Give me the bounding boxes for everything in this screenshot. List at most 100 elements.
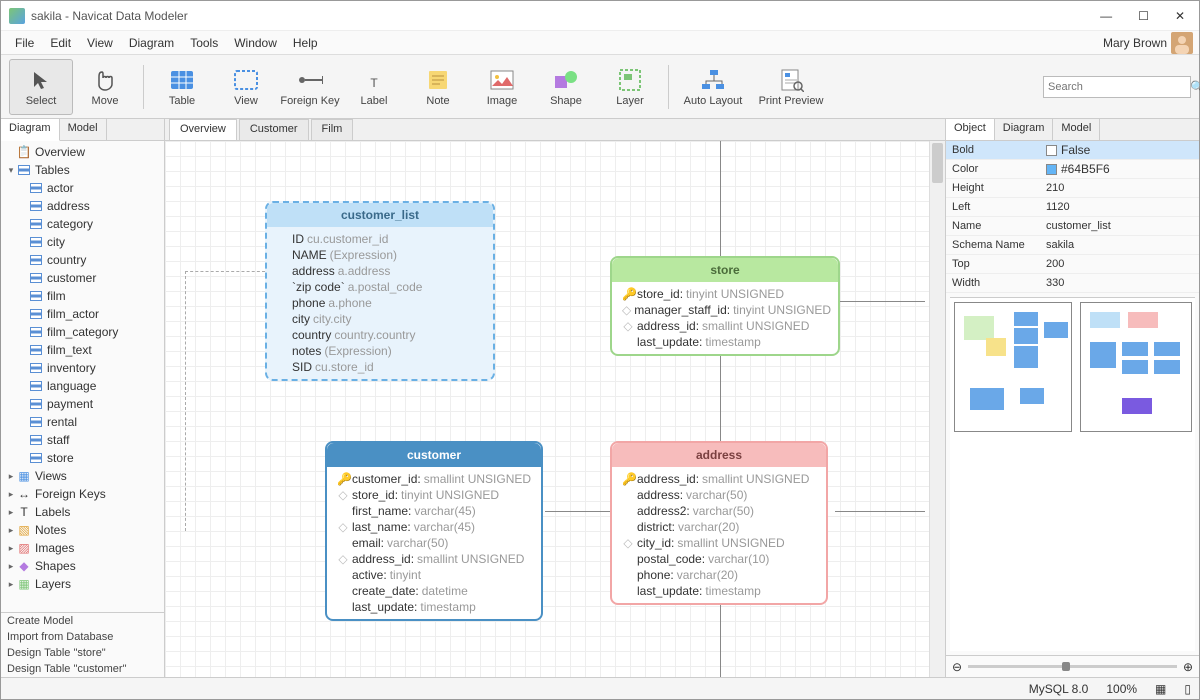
tree-item-category[interactable]: category bbox=[1, 215, 164, 233]
field-row[interactable]: postal_code: varchar(10) bbox=[622, 551, 816, 567]
tree-labels[interactable]: ▸TLabels bbox=[1, 503, 164, 521]
menu-file[interactable]: File bbox=[7, 34, 42, 52]
tool-image[interactable]: Image bbox=[470, 59, 534, 115]
left-tab-model[interactable]: Model bbox=[60, 119, 107, 140]
scrollbar-vertical[interactable] bbox=[929, 141, 945, 677]
field-row[interactable]: email: varchar(50) bbox=[337, 535, 531, 551]
tool-layer[interactable]: Layer bbox=[598, 59, 662, 115]
tree-shapes[interactable]: ▸◆Shapes bbox=[1, 557, 164, 575]
field-row[interactable]: 🔑customer_id: smallint UNSIGNED bbox=[337, 471, 531, 487]
tree-item-language[interactable]: language bbox=[1, 377, 164, 395]
tool-move[interactable]: Move bbox=[73, 59, 137, 115]
tool-auto-layout[interactable]: Auto Layout bbox=[675, 59, 751, 115]
tree-item-rental[interactable]: rental bbox=[1, 413, 164, 431]
field-row[interactable]: last_update: timestamp bbox=[622, 583, 816, 599]
status-page-icon[interactable]: ▯ bbox=[1184, 682, 1191, 696]
prop-bold[interactable]: BoldFalse bbox=[946, 141, 1199, 160]
field-row[interactable]: ◇store_id: tinyint UNSIGNED bbox=[337, 487, 531, 503]
tree-item-store[interactable]: store bbox=[1, 449, 164, 467]
entity-customer[interactable]: customer 🔑customer_id: smallint UNSIGNED… bbox=[325, 441, 543, 621]
entity-store[interactable]: store 🔑store_id: tinyint UNSIGNED◇manage… bbox=[610, 256, 840, 356]
field-row[interactable]: first_name: varchar(45) bbox=[337, 503, 531, 519]
prop-left[interactable]: Left1120 bbox=[946, 198, 1199, 217]
canvas-tab-overview[interactable]: Overview bbox=[169, 119, 237, 140]
field-row[interactable]: notes (Expression) bbox=[277, 343, 483, 359]
field-row[interactable]: active: tinyint bbox=[337, 567, 531, 583]
tree-notes[interactable]: ▸▧Notes bbox=[1, 521, 164, 539]
tool-label[interactable]: TLabel bbox=[342, 59, 406, 115]
field-row[interactable]: address: varchar(50) bbox=[622, 487, 816, 503]
tool-view[interactable]: View bbox=[214, 59, 278, 115]
tool-select[interactable]: Select bbox=[9, 59, 73, 115]
field-row[interactable]: ◇last_name: varchar(45) bbox=[337, 519, 531, 535]
tree-overview[interactable]: 📋Overview bbox=[1, 143, 164, 161]
field-row[interactable]: phone a.phone bbox=[277, 295, 483, 311]
status-grid-icon[interactable]: ▦ bbox=[1155, 682, 1166, 696]
canvas-tab-customer[interactable]: Customer bbox=[239, 119, 309, 140]
maximize-button[interactable]: ☐ bbox=[1132, 7, 1155, 25]
left-tab-diagram[interactable]: Diagram bbox=[1, 119, 60, 141]
tree[interactable]: 📋Overview ▾Tables actoraddresscategoryci… bbox=[1, 141, 164, 612]
field-row[interactable]: ◇manager_staff_id: tinyint UNSIGNED bbox=[622, 302, 828, 318]
field-row[interactable]: 🔑address_id: smallint UNSIGNED bbox=[622, 471, 816, 487]
zoom-out[interactable]: ⊖ bbox=[952, 660, 962, 674]
tool-shape[interactable]: Shape bbox=[534, 59, 598, 115]
menu-help[interactable]: Help bbox=[285, 34, 326, 52]
prop-color[interactable]: Color#64B5F6 bbox=[946, 160, 1199, 179]
search-icon[interactable]: 🔍 bbox=[1190, 80, 1200, 94]
tree-images[interactable]: ▸▨Images bbox=[1, 539, 164, 557]
field-row[interactable]: last_update: timestamp bbox=[337, 599, 531, 615]
tree-views[interactable]: ▸▦Views bbox=[1, 467, 164, 485]
menu-view[interactable]: View bbox=[79, 34, 121, 52]
field-row[interactable]: phone: varchar(20) bbox=[622, 567, 816, 583]
tree-item-address[interactable]: address bbox=[1, 197, 164, 215]
search-box[interactable]: 🔍 bbox=[1043, 76, 1191, 98]
menu-window[interactable]: Window bbox=[226, 34, 285, 52]
field-row[interactable]: address2: varchar(50) bbox=[622, 503, 816, 519]
right-tab-diagram[interactable]: Diagram bbox=[995, 119, 1054, 140]
prop-name[interactable]: Namecustomer_list bbox=[946, 217, 1199, 236]
menu-diagram[interactable]: Diagram bbox=[121, 34, 182, 52]
minimap[interactable] bbox=[950, 297, 1195, 651]
tree-item-inventory[interactable]: inventory bbox=[1, 359, 164, 377]
user-name[interactable]: Mary Brown bbox=[1103, 36, 1167, 50]
field-row[interactable]: NAME (Expression) bbox=[277, 247, 483, 263]
prop-top[interactable]: Top200 bbox=[946, 255, 1199, 274]
right-tab-object[interactable]: Object bbox=[946, 119, 995, 140]
field-row[interactable]: ID cu.customer_id bbox=[277, 231, 483, 247]
tree-item-customer[interactable]: customer bbox=[1, 269, 164, 287]
zoom-in[interactable]: ⊕ bbox=[1183, 660, 1193, 674]
canvas-tab-film[interactable]: Film bbox=[311, 119, 354, 140]
tree-item-film_text[interactable]: film_text bbox=[1, 341, 164, 359]
tree-item-staff[interactable]: staff bbox=[1, 431, 164, 449]
tree-layers[interactable]: ▸▦Layers bbox=[1, 575, 164, 593]
search-input[interactable] bbox=[1048, 81, 1190, 93]
field-row[interactable]: ◇address_id: smallint UNSIGNED bbox=[622, 318, 828, 334]
field-row[interactable]: city city.city bbox=[277, 311, 483, 327]
menu-tools[interactable]: Tools bbox=[182, 34, 226, 52]
field-row[interactable]: country country.country bbox=[277, 327, 483, 343]
history-item[interactable]: Create Model bbox=[1, 613, 164, 629]
history-item[interactable]: Design Table "customer" bbox=[1, 661, 164, 677]
tree-fks[interactable]: ▸↔Foreign Keys bbox=[1, 485, 164, 503]
entity-address[interactable]: address 🔑address_id: smallint UNSIGNEDad… bbox=[610, 441, 828, 605]
tool-note[interactable]: Note bbox=[406, 59, 470, 115]
field-row[interactable]: SID cu.store_id bbox=[277, 359, 483, 375]
tree-item-film_category[interactable]: film_category bbox=[1, 323, 164, 341]
field-row[interactable]: `zip code` a.postal_code bbox=[277, 279, 483, 295]
tree-item-country[interactable]: country bbox=[1, 251, 164, 269]
prop-width[interactable]: Width330 bbox=[946, 274, 1199, 293]
entity-customer-list[interactable]: customer_list ID cu.customer_idNAME (Exp… bbox=[265, 201, 495, 381]
minimize-button[interactable]: — bbox=[1094, 7, 1118, 25]
tree-item-film[interactable]: film bbox=[1, 287, 164, 305]
prop-schema[interactable]: Schema Namesakila bbox=[946, 236, 1199, 255]
tree-item-actor[interactable]: actor bbox=[1, 179, 164, 197]
menu-edit[interactable]: Edit bbox=[42, 34, 79, 52]
history-item[interactable]: Import from Database bbox=[1, 629, 164, 645]
close-button[interactable]: ✕ bbox=[1169, 7, 1191, 25]
canvas[interactable]: customer_list ID cu.customer_idNAME (Exp… bbox=[165, 141, 945, 677]
tool-print-preview[interactable]: Print Preview bbox=[751, 59, 831, 115]
tool-table[interactable]: Table bbox=[150, 59, 214, 115]
history-item[interactable]: Design Table "store" bbox=[1, 645, 164, 661]
field-row[interactable]: ◇address_id: smallint UNSIGNED bbox=[337, 551, 531, 567]
